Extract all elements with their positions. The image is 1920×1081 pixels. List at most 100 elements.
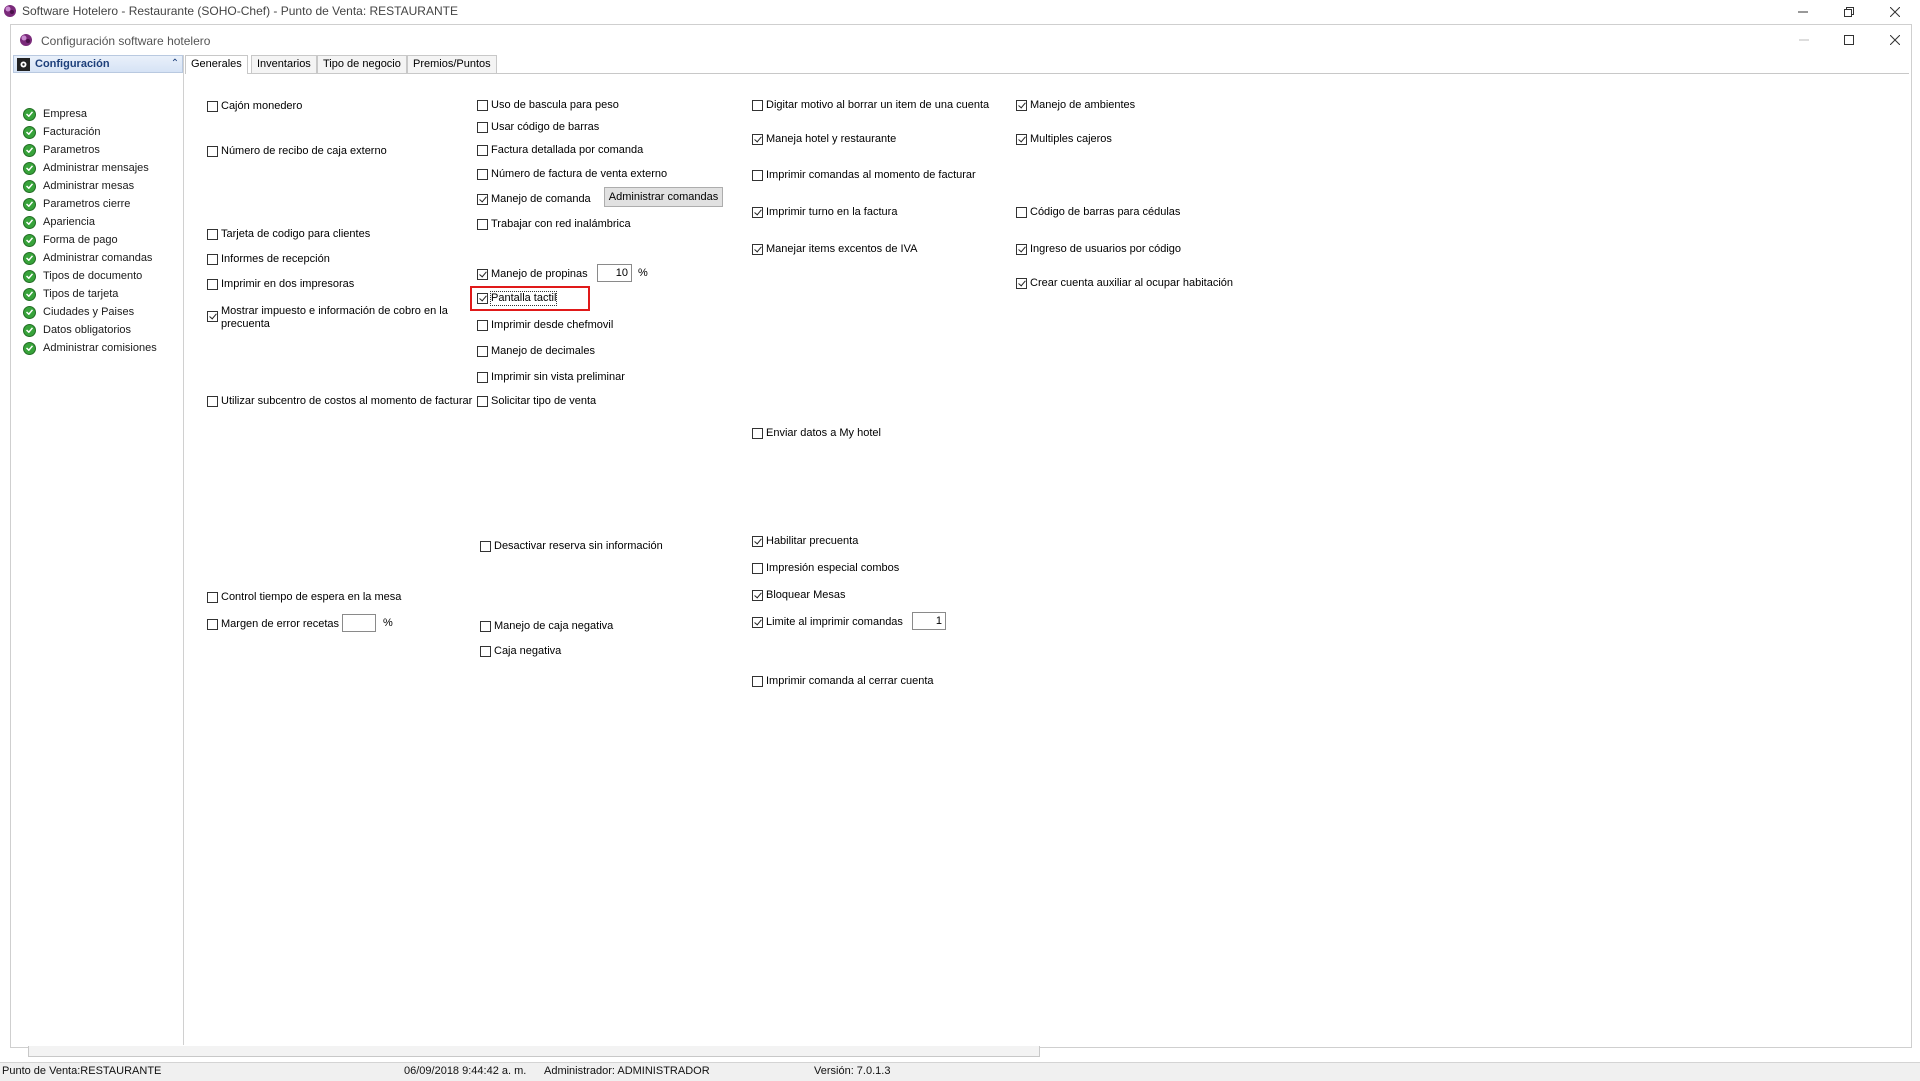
- checkbox-box[interactable]: [752, 170, 763, 181]
- checkbox-box[interactable]: [1016, 100, 1027, 111]
- checkbox-box[interactable]: [207, 619, 218, 630]
- propinas-percent-input[interactable]: 10: [597, 264, 632, 282]
- checkbox-box[interactable]: [477, 169, 488, 180]
- checkbox-box[interactable]: [1016, 134, 1027, 145]
- checkbox-manejo-propinas[interactable]: Manejo de propinas: [477, 268, 588, 281]
- checkbox-box[interactable]: [477, 269, 488, 280]
- tab-tipo-de-negocio[interactable]: Tipo de negocio: [317, 55, 407, 73]
- checkbox-box[interactable]: [477, 346, 488, 357]
- checkbox-box[interactable]: [480, 541, 491, 552]
- nav-item-administrar-comandas[interactable]: Administrar comandas: [23, 249, 152, 267]
- checkbox-digitar-motivo[interactable]: Digitar motivo al borrar un item de una …: [752, 99, 989, 112]
- nav-item-facturacion[interactable]: Facturación: [23, 123, 100, 141]
- checkbox-imprimir-turno[interactable]: Imprimir turno en la factura: [752, 206, 897, 219]
- checkbox-multiples-cajeros[interactable]: Multiples cajeros: [1016, 133, 1112, 146]
- checkbox-box[interactable]: [1016, 244, 1027, 255]
- nav-item-tipos-de-tarjeta[interactable]: Tipos de tarjeta: [23, 285, 118, 303]
- checkbox-box[interactable]: [207, 279, 218, 290]
- nav-item-parametros-cierre[interactable]: Parametros cierre: [23, 195, 130, 213]
- checkbox-imprimir-comandas-facturar[interactable]: Imprimir comandas al momento de facturar: [752, 169, 976, 182]
- nav-item-administrar-mensajes[interactable]: Administrar mensajes: [23, 159, 149, 177]
- checkbox-box[interactable]: [207, 101, 218, 112]
- checkbox-solicitar-tipo-venta[interactable]: Solicitar tipo de venta: [477, 395, 596, 408]
- close-button[interactable]: [1872, 0, 1918, 24]
- nav-item-tipos-de-documento[interactable]: Tipos de documento: [23, 267, 142, 285]
- checkbox-informes-recepcion[interactable]: Informes de recepción: [207, 253, 330, 266]
- checkbox-barras-cedulas[interactable]: Código de barras para cédulas: [1016, 206, 1180, 219]
- checkbox-control-tiempo-espera[interactable]: Control tiempo de espera en la mesa: [207, 591, 401, 604]
- checkbox-box[interactable]: [752, 590, 763, 601]
- limite-imprimir-input[interactable]: 1: [912, 612, 946, 630]
- checkbox-box[interactable]: [1016, 207, 1027, 218]
- tab-generales[interactable]: Generales: [185, 55, 248, 74]
- checkbox-impresion-combos[interactable]: Impresión especial combos: [752, 562, 899, 575]
- checkbox-box[interactable]: [752, 536, 763, 547]
- checkbox-imprimir-dos-impresoras[interactable]: Imprimir en dos impresoras: [207, 278, 354, 291]
- checkbox-box[interactable]: [477, 320, 488, 331]
- checkbox-box[interactable]: [752, 428, 763, 439]
- checkbox-uso-bascula[interactable]: Uso de bascula para peso: [477, 99, 619, 112]
- checkbox-ingreso-usuarios-codigo[interactable]: Ingreso de usuarios por código: [1016, 243, 1181, 256]
- checkbox-cajon-monedero[interactable]: Cajón monedero: [207, 100, 302, 113]
- nav-item-administrar-mesas[interactable]: Administrar mesas: [23, 177, 134, 195]
- checkbox-box[interactable]: [480, 646, 491, 657]
- nav-item-empresa[interactable]: Empresa: [23, 105, 87, 123]
- nav-item-ciudades-y-paises[interactable]: Ciudades y Paises: [23, 303, 134, 321]
- checkbox-subcentro-costos[interactable]: Utilizar subcentro de costos al momento …: [207, 395, 472, 408]
- checkbox-imprimir-comanda-cerrar[interactable]: Imprimir comanda al cerrar cuenta: [752, 675, 934, 688]
- margen-error-input[interactable]: [342, 614, 376, 632]
- checkbox-box[interactable]: [477, 145, 488, 156]
- nav-item-apariencia[interactable]: Apariencia: [23, 213, 95, 231]
- checkbox-box[interactable]: [477, 396, 488, 407]
- checkbox-box[interactable]: [752, 563, 763, 574]
- collapse-chevron-icon[interactable]: ⌃: [169, 58, 181, 70]
- checkbox-items-excentos-iva[interactable]: Manejar items excentos de IVA: [752, 243, 917, 256]
- checkbox-manejo-decimales[interactable]: Manejo de decimales: [477, 345, 595, 358]
- checkbox-imprimir-sin-vista[interactable]: Imprimir sin vista preliminar: [477, 371, 625, 384]
- config-minimize-button[interactable]: [1781, 28, 1827, 52]
- config-close-button[interactable]: [1872, 28, 1918, 52]
- checkbox-numero-recibo-caja[interactable]: Número de recibo de caja externo: [207, 145, 387, 158]
- checkbox-hotel-restaurante[interactable]: Maneja hotel y restaurante: [752, 133, 896, 146]
- nav-header[interactable]: Configuración ⌃: [13, 55, 183, 73]
- checkbox-bloquear-mesas[interactable]: Bloquear Mesas: [752, 589, 846, 602]
- checkbox-margen-error-recetas[interactable]: Margen de error recetas: [207, 618, 339, 631]
- checkbox-manejo-comanda[interactable]: Manejo de comanda: [477, 193, 591, 206]
- checkbox-box[interactable]: [477, 219, 488, 230]
- checkbox-box[interactable]: [480, 621, 491, 632]
- checkbox-box[interactable]: [752, 244, 763, 255]
- checkbox-box[interactable]: [477, 194, 488, 205]
- checkbox-manejo-ambientes[interactable]: Manejo de ambientes: [1016, 99, 1135, 112]
- nav-item-forma-de-pago[interactable]: Forma de pago: [23, 231, 118, 249]
- nav-item-parametros[interactable]: Parametros: [23, 141, 100, 159]
- checkbox-box[interactable]: [752, 207, 763, 218]
- tab-inventarios[interactable]: Inventarios: [251, 55, 317, 73]
- checkbox-box[interactable]: [752, 134, 763, 145]
- nav-item-administrar-comisiones[interactable]: Administrar comisiones: [23, 339, 157, 357]
- checkbox-habilitar-precuenta[interactable]: Habilitar precuenta: [752, 535, 858, 548]
- checkbox-box[interactable]: [207, 146, 218, 157]
- checkbox-tarjeta-codigo[interactable]: Tarjeta de codigo para clientes: [207, 228, 370, 241]
- checkbox-box[interactable]: [207, 254, 218, 265]
- checkbox-box[interactable]: [752, 100, 763, 111]
- checkbox-cuenta-auxiliar[interactable]: Crear cuenta auxiliar al ocupar habitaci…: [1016, 277, 1233, 290]
- checkbox-limite-imprimir-comandas[interactable]: Limite al imprimir comandas: [752, 616, 903, 629]
- restore-button[interactable]: [1826, 0, 1872, 24]
- checkbox-box[interactable]: [477, 122, 488, 133]
- checkbox-desactivar-reserva[interactable]: Desactivar reserva sin información: [480, 540, 663, 553]
- nav-item-datos-obligatorios[interactable]: Datos obligatorios: [23, 321, 131, 339]
- checkbox-mostrar-impuesto[interactable]: Mostrar impuesto e información de cobro …: [207, 305, 452, 331]
- checkbox-enviar-my-hotel[interactable]: Enviar datos a My hotel: [752, 427, 881, 440]
- checkbox-codigo-barras[interactable]: Usar código de barras: [477, 121, 599, 134]
- tab-premios-puntos[interactable]: Premios/Puntos: [407, 55, 497, 73]
- checkbox-manejo-caja-negativa[interactable]: Manejo de caja negativa: [480, 620, 613, 633]
- checkbox-imprimir-chefmovil[interactable]: Imprimir desde chefmovil: [477, 319, 613, 332]
- administrar-comandas-button[interactable]: Administrar comandas: [604, 187, 723, 207]
- checkbox-box[interactable]: [752, 676, 763, 687]
- checkbox-box[interactable]: [207, 592, 218, 603]
- checkbox-box[interactable]: [207, 311, 218, 322]
- minimize-button[interactable]: [1780, 0, 1826, 24]
- checkbox-box[interactable]: [1016, 278, 1027, 289]
- checkbox-box[interactable]: [477, 372, 488, 383]
- checkbox-box[interactable]: [207, 229, 218, 240]
